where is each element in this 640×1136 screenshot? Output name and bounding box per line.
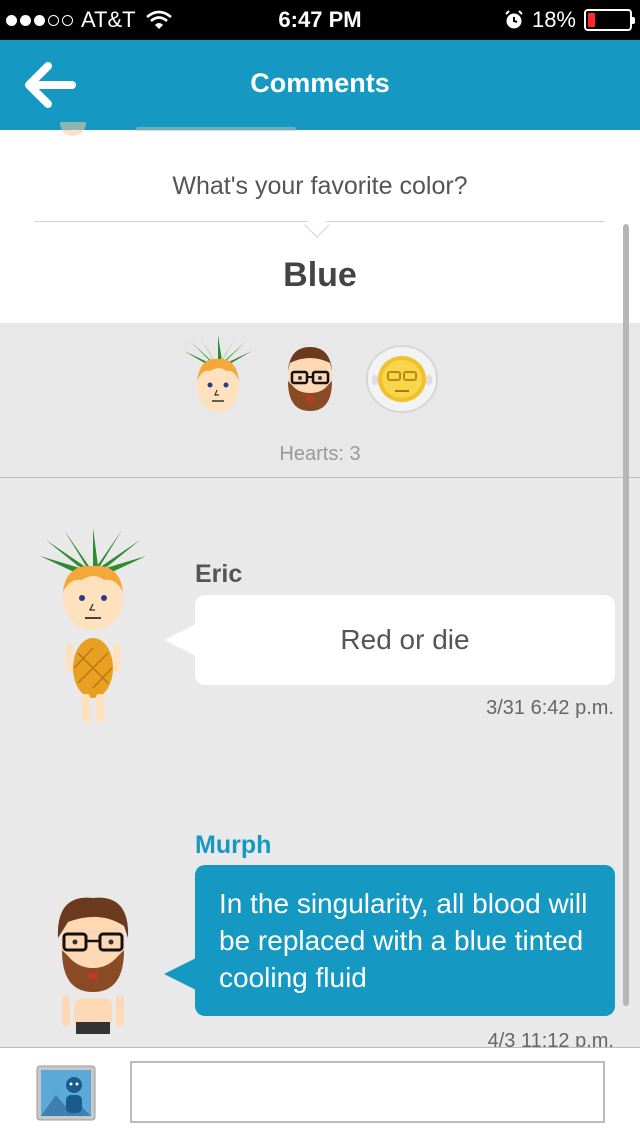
comment-timestamp: 3/31 6:42 p.m. [486,697,614,719]
question-text: What's your favorite color? [172,172,468,200]
battery-icon [584,9,635,31]
comment-bubble: Red or die [195,595,615,685]
answer-text: Blue [283,256,357,294]
astronaut-mii-avatar[interactable] [364,335,440,415]
pineapple-mii-avatar[interactable] [38,528,148,728]
bearded-glasses-mii-avatar[interactable] [38,884,148,1044]
heart-avatars [180,335,440,415]
nav-bar: Comments [0,40,640,130]
wifi-icon [145,10,172,29]
carrier-label: AT&T [81,7,136,32]
comment-bubble: In the singularity, all blood will be re… [195,865,615,1016]
status-bar: AT&T 6:47 PM 18% [0,0,640,40]
divider-notch [304,212,330,238]
comment-input[interactable] [130,1061,605,1123]
scrollbar[interactable] [623,224,629,1006]
comment-author[interactable]: Murph [195,831,271,860]
bubble-tail [164,958,196,990]
question-card: What's your favorite color? Blue [0,122,640,323]
alarm-icon [505,10,523,29]
hearts-count: Hearts: 3 [279,443,361,465]
battery-percent: 18% [531,7,576,32]
comment-composer [0,1047,640,1136]
bubble-tail [164,624,196,656]
image-upload-icon[interactable] [36,1065,96,1121]
signal-dots-icon [6,14,73,26]
comment-author[interactable]: Eric [195,560,242,589]
page-title: Comments [250,68,390,98]
bearded-glasses-mii-avatar[interactable] [272,335,348,415]
hearts-section: Hearts: 3 [0,323,640,478]
pineapple-mii-avatar[interactable] [180,335,256,415]
cutoff-post-meta [60,122,296,136]
